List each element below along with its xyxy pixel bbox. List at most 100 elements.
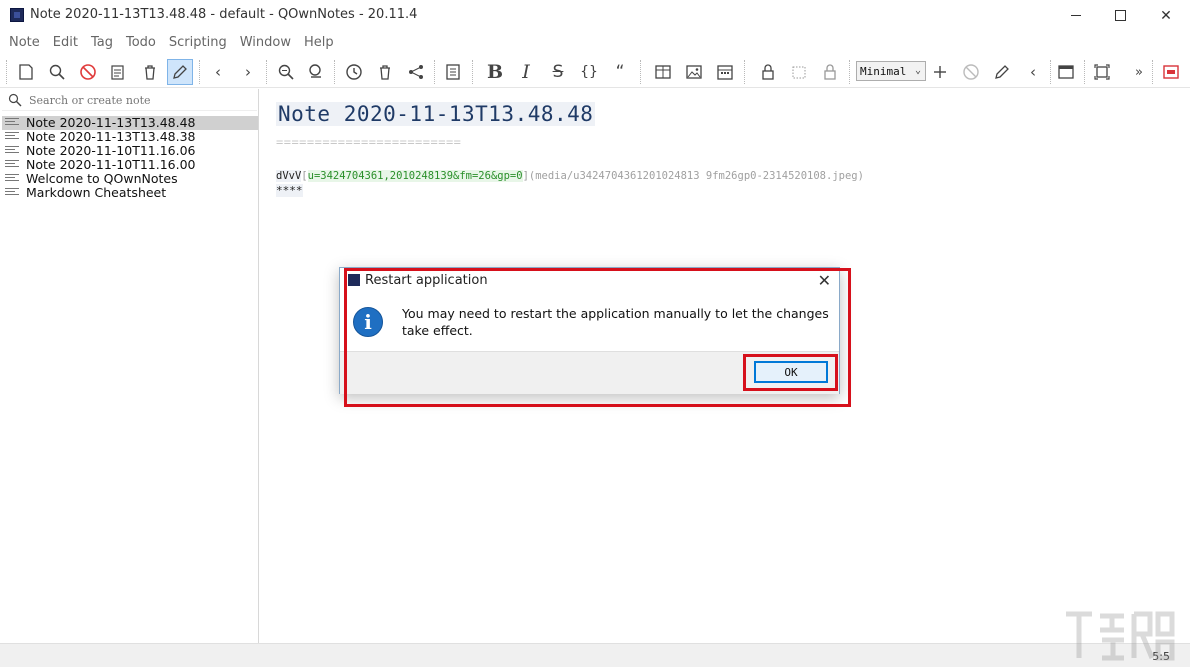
note-lines-icon [5, 174, 19, 184]
edit-mode-icon[interactable] [167, 59, 193, 85]
toolbar-separator [199, 60, 202, 84]
app-icon [348, 274, 360, 286]
toolbar-separator [334, 60, 337, 84]
menu-todo[interactable]: Todo [121, 35, 161, 50]
menu-bar: Note Edit Tag Todo Scripting Window Help [0, 31, 1190, 53]
toolbar-separator [6, 60, 9, 84]
menu-tag[interactable]: Tag [86, 35, 118, 50]
window-title: Note 2020-11-13T13.48.48 - default - QOw… [30, 7, 418, 22]
lock-icon[interactable] [755, 59, 781, 85]
insert-image-icon[interactable] [681, 59, 707, 85]
insert-date-icon[interactable] [712, 59, 738, 85]
search-icon [8, 93, 22, 107]
note-list-item-title: Note 2020-11-10T11.16.00 [26, 157, 196, 172]
note-lines-icon [5, 146, 19, 156]
image-link-text: u=3424704361,2010248139&fm=26&gp=0 [307, 170, 523, 182]
note-search-box [2, 89, 257, 111]
note-list-item[interactable]: Welcome to QOwnNotes [2, 172, 258, 186]
info-icon: i [353, 307, 383, 337]
quote-icon[interactable]: “ [607, 59, 633, 85]
toolbar-separator [640, 60, 643, 84]
note-lines-icon [5, 188, 19, 198]
share-icon[interactable] [403, 59, 429, 85]
italic-icon[interactable]: I [513, 59, 539, 85]
code-icon[interactable]: {} [576, 59, 602, 85]
zoom-icon[interactable] [303, 59, 329, 85]
find-in-notes-icon[interactable] [273, 59, 299, 85]
toolbar-separator [434, 60, 437, 84]
menu-window[interactable]: Window [235, 35, 296, 50]
strikethrough-icon[interactable]: S [545, 59, 571, 85]
note-lines-icon [5, 160, 19, 170]
heading-underline: ======================== [276, 135, 462, 149]
toolbar-separator [744, 60, 747, 84]
table-icon[interactable] [650, 59, 676, 85]
toolbar-separator [266, 60, 269, 84]
ok-button[interactable]: OK [754, 361, 828, 383]
note-list-item-title: Markdown Cheatsheet [26, 185, 167, 200]
dialog-title-bar: Restart application ✕ [340, 268, 839, 294]
trash-bin-icon[interactable] [372, 59, 398, 85]
unlock-icon[interactable] [817, 59, 843, 85]
pencil-icon[interactable] [989, 59, 1015, 85]
toolbar: ‹ › B I S {} “ ‹ » [0, 54, 1190, 88]
note-list-item-title: Note 2020-11-13T13.48.38 [26, 129, 196, 144]
note-list-item-title: Note 2020-11-13T13.48.48 [26, 115, 196, 130]
dialog-message: You may need to restart the application … [402, 306, 829, 338]
note-sidebar: Note 2020-11-13T13.48.48 Note 2020-11-13… [0, 89, 259, 643]
markdown-stars: **** [276, 184, 303, 197]
link-bracket-open: [ [301, 170, 308, 182]
dialog-close-button[interactable]: ✕ [818, 271, 831, 290]
toolbar-separator [1152, 60, 1155, 84]
note-list-item[interactable]: Note 2020-11-10T11.16.00 [2, 158, 258, 172]
note-list-item[interactable]: Markdown Cheatsheet [2, 186, 258, 200]
window-layout-icon[interactable] [1053, 59, 1079, 85]
dialog-title: Restart application [365, 273, 488, 288]
close-window-button[interactable]: ✕ [1143, 0, 1189, 31]
dialog-body: i You may need to restart the applicatio… [340, 294, 839, 351]
trash-icon[interactable] [137, 59, 163, 85]
view-mode-select[interactable]: Minimal ⌄ [856, 61, 926, 81]
encrypt-icon[interactable] [786, 59, 812, 85]
search-input[interactable] [29, 91, 249, 109]
menu-note[interactable]: Note [4, 35, 45, 50]
note-list-item-title: Note 2020-11-10T11.16.06 [26, 143, 196, 158]
note-list-item[interactable]: Note 2020-11-10T11.16.06 [2, 144, 258, 158]
minimize-button[interactable] [1053, 0, 1099, 31]
status-bar: 5:5 [0, 643, 1190, 667]
view-mode-value: Minimal [860, 64, 907, 78]
dialog-footer: OK [340, 351, 839, 394]
cancel-icon[interactable] [75, 59, 101, 85]
distraction-free-icon[interactable] [1158, 59, 1184, 85]
image-url: (media/u3424704361201024813 9fm26gp0-231… [528, 170, 864, 182]
title-bar: Note 2020-11-13T13.48.48 - default - QOw… [0, 0, 1190, 31]
edit-list-icon[interactable] [105, 59, 131, 85]
note-list-icon[interactable] [440, 59, 466, 85]
toolbar-separator [472, 60, 475, 84]
note-lines-icon [5, 132, 19, 142]
chevron-down-icon: ⌄ [914, 65, 921, 76]
menu-help[interactable]: Help [299, 35, 339, 50]
bold-icon[interactable]: B [482, 59, 508, 85]
menu-scripting[interactable]: Scripting [164, 35, 232, 50]
history-icon[interactable] [341, 59, 367, 85]
note-list-item[interactable]: Note 2020-11-13T13.48.38 [2, 130, 258, 144]
new-note-icon[interactable] [13, 59, 39, 85]
forward-icon[interactable]: › [235, 59, 261, 85]
toolbar-separator [849, 60, 852, 84]
maximize-button[interactable] [1097, 0, 1143, 31]
search-note-icon[interactable] [44, 59, 70, 85]
menu-edit[interactable]: Edit [48, 35, 83, 50]
add-icon[interactable] [927, 59, 953, 85]
disabled-icon[interactable] [958, 59, 984, 85]
back-icon[interactable]: ‹ [205, 59, 231, 85]
chevron-left-icon[interactable]: ‹ [1020, 59, 1046, 85]
note-list: Note 2020-11-13T13.48.48 Note 2020-11-13… [2, 116, 258, 200]
toolbar-overflow-icon[interactable]: » [1126, 59, 1152, 85]
note-list-item-title: Welcome to QOwnNotes [26, 171, 178, 186]
fullscreen-icon[interactable] [1089, 59, 1115, 85]
image-alt-text: dVvV [276, 170, 302, 182]
note-lines-icon [5, 118, 19, 128]
note-heading: Note 2020-11-13T13.48.48 [276, 102, 596, 126]
note-list-item[interactable]: Note 2020-11-13T13.48.48 [2, 116, 258, 130]
